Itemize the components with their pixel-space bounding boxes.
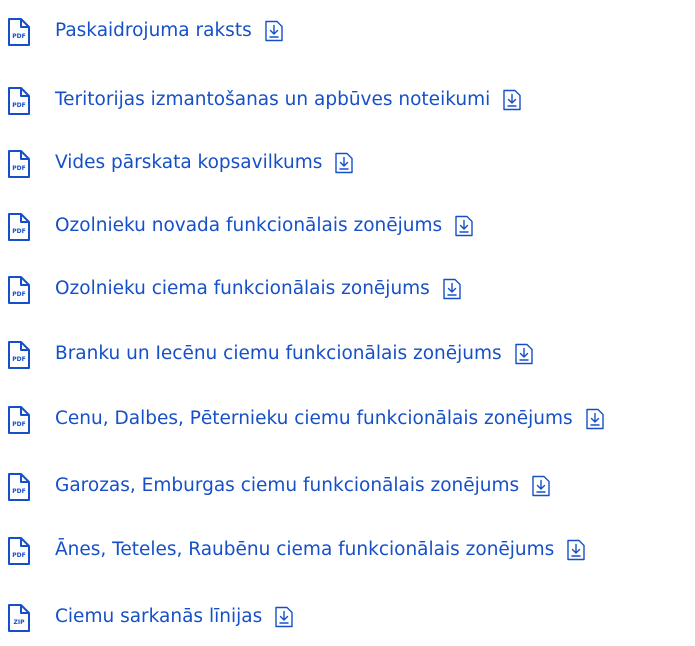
file-download-link[interactable]: Garozas, Emburgas ciemu funkcionālais zo… (55, 473, 551, 499)
download-icon[interactable] (502, 89, 522, 111)
download-icon[interactable] (274, 606, 294, 628)
file-download-link[interactable]: Ciemu sarkanās līnijas (55, 604, 294, 630)
svg-text:PDF: PDF (12, 33, 25, 40)
pdf-file-icon: PDFPDF (7, 536, 31, 566)
file-link-label: Cenu, Dalbes, Pēternieku ciemu funkcionā… (55, 408, 573, 429)
file-link-label: Vides pārskata kopsavilkums (55, 152, 323, 173)
file-download-link[interactable]: Vides pārskata kopsavilkums (55, 150, 354, 176)
file-link-label: Teritorijas izmantošanas un apbūves note… (55, 89, 491, 110)
pdf-file-icon: PDFPDF (7, 275, 31, 305)
download-icon[interactable] (334, 152, 354, 174)
file-link-label: Branku un Iecēnu ciemu funkcionālais zon… (55, 343, 502, 364)
svg-text:ZIP: ZIP (14, 619, 26, 626)
file-download-link[interactable]: Ozolnieku ciema funkcionālais zonējums (55, 276, 462, 302)
svg-text:PDF: PDF (12, 291, 25, 298)
file-download-link[interactable]: Branku un Iecēnu ciemu funkcionālais zon… (55, 341, 534, 367)
svg-text:PDF: PDF (12, 552, 25, 559)
pdf-file-icon: PDFPDF (7, 149, 31, 179)
download-icon[interactable] (514, 343, 534, 365)
pdf-file-icon: PDFPDF (7, 472, 31, 502)
svg-text:PDF: PDF (12, 421, 25, 428)
download-icon[interactable] (442, 278, 462, 300)
download-icon[interactable] (585, 408, 605, 430)
pdf-file-icon: PDFPDF (7, 86, 31, 116)
pdf-file-icon: PDFPDF (7, 405, 31, 435)
download-icon[interactable] (454, 215, 474, 237)
zip-file-icon: ZIPZIP (7, 603, 31, 633)
pdf-file-icon: PDFPDF (7, 17, 31, 47)
file-link-label: Ciemu sarkanās līnijas (55, 606, 263, 627)
pdf-file-icon: PDFPDF (7, 212, 31, 242)
svg-text:PDF: PDF (12, 228, 25, 235)
file-link-label: Ozolnieku ciema funkcionālais zonējums (55, 278, 430, 299)
svg-text:PDF: PDF (12, 102, 25, 109)
file-download-link[interactable]: Teritorijas izmantošanas un apbūves note… (55, 87, 522, 113)
svg-text:PDF: PDF (12, 165, 25, 172)
svg-text:PDF: PDF (12, 356, 25, 363)
pdf-file-icon: PDFPDF (7, 340, 31, 370)
download-icon[interactable] (566, 539, 586, 561)
file-link-label: Garozas, Emburgas ciemu funkcionālais zo… (55, 475, 520, 496)
download-icon[interactable] (264, 20, 284, 42)
file-download-link[interactable]: Ānes, Teteles, Raubēnu ciema funkcionāla… (55, 537, 586, 563)
file-download-link[interactable]: Paskaidrojuma raksts (55, 18, 284, 44)
file-download-link[interactable]: Ozolnieku novada funkcionālais zonējums (55, 213, 474, 239)
file-link-label: Ānes, Teteles, Raubēnu ciema funkcionāla… (55, 539, 555, 560)
file-link-label: Paskaidrojuma raksts (55, 20, 252, 41)
file-download-link[interactable]: Cenu, Dalbes, Pēternieku ciemu funkcionā… (55, 406, 605, 432)
file-link-label: Ozolnieku novada funkcionālais zonējums (55, 215, 443, 236)
svg-text:PDF: PDF (12, 488, 25, 495)
download-icon[interactable] (531, 475, 551, 497)
